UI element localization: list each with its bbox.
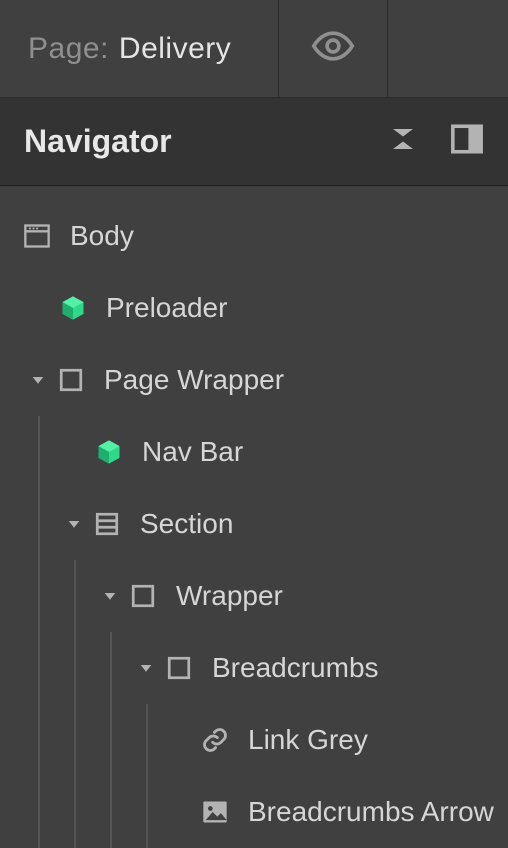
top-bar: Page: Delivery: [0, 0, 508, 98]
tree-item-nav-bar[interactable]: Nav Bar: [0, 416, 508, 488]
tree-item-label: Link Grey: [248, 724, 368, 756]
tree-item-label: Page Wrapper: [104, 364, 284, 396]
tree-item-section[interactable]: Section: [0, 488, 508, 560]
tree-indent-guide: [74, 704, 76, 776]
tree-item-preloader[interactable]: Preloader: [0, 272, 508, 344]
tree-indent-guide: [74, 560, 76, 632]
tree-item-label: Body: [70, 220, 134, 252]
tree-item-wrapper[interactable]: Wrapper: [0, 560, 508, 632]
tree-indent-guide: [74, 632, 76, 704]
navigator-title: Navigator: [24, 123, 388, 160]
tree-indent-guide: [38, 488, 40, 560]
tree-indent-guide: [38, 776, 40, 848]
tree-indent-guide: [74, 776, 76, 848]
tree-indent-guide: [38, 704, 40, 776]
page-name-label: Delivery: [119, 32, 231, 66]
chevron-down-icon[interactable]: [28, 370, 48, 390]
tree-item-breadcrumbs-arrow[interactable]: Breadcrumbs Arrow: [0, 776, 508, 848]
tree-item-link-grey[interactable]: Link Grey: [0, 704, 508, 776]
section-icon: [92, 509, 122, 539]
tree-item-label: Preloader: [106, 292, 227, 324]
chevron-down-icon[interactable]: [64, 514, 84, 534]
link-icon: [200, 725, 230, 755]
tree-item-breadcrumbs[interactable]: Breadcrumbs: [0, 632, 508, 704]
tree-indent-guide: [110, 776, 112, 848]
collapse-icon[interactable]: [388, 124, 418, 159]
tree-item-label: Wrapper: [176, 580, 283, 612]
tree-item-body[interactable]: Body: [0, 200, 508, 272]
preview-toggle[interactable]: [278, 0, 388, 97]
div-icon: [56, 365, 86, 395]
div-icon: [128, 581, 158, 611]
tree-item-label: Nav Bar: [142, 436, 243, 468]
panel-dock-icon[interactable]: [450, 122, 484, 161]
chevron-down-icon[interactable]: [136, 658, 156, 678]
tree-indent-guide: [146, 776, 148, 848]
element-tree: Body Preloader Page Wrapper: [0, 186, 508, 848]
tree-item-page-wrapper[interactable]: Page Wrapper: [0, 344, 508, 416]
tree-indent-guide: [110, 704, 112, 776]
page-selector[interactable]: Page: Delivery: [0, 0, 278, 97]
tree-item-label: Section: [140, 508, 233, 540]
tree-indent-guide: [38, 416, 40, 488]
topbar-spacer: [388, 0, 508, 97]
image-icon: [200, 797, 230, 827]
component-icon: [94, 437, 124, 467]
div-icon: [164, 653, 194, 683]
chevron-down-icon[interactable]: [100, 586, 120, 606]
navigator-header: Navigator: [0, 98, 508, 186]
tree-item-label: Breadcrumbs Arrow: [248, 796, 494, 828]
body-icon: [22, 221, 52, 251]
eye-icon: [311, 24, 355, 73]
tree-indent-guide: [146, 704, 148, 776]
page-prefix-label: Page:: [28, 32, 109, 66]
tree-indent-guide: [38, 560, 40, 632]
component-icon: [58, 293, 88, 323]
tree-indent-guide: [110, 632, 112, 704]
tree-item-label: Breadcrumbs: [212, 652, 379, 684]
tree-indent-guide: [38, 632, 40, 704]
